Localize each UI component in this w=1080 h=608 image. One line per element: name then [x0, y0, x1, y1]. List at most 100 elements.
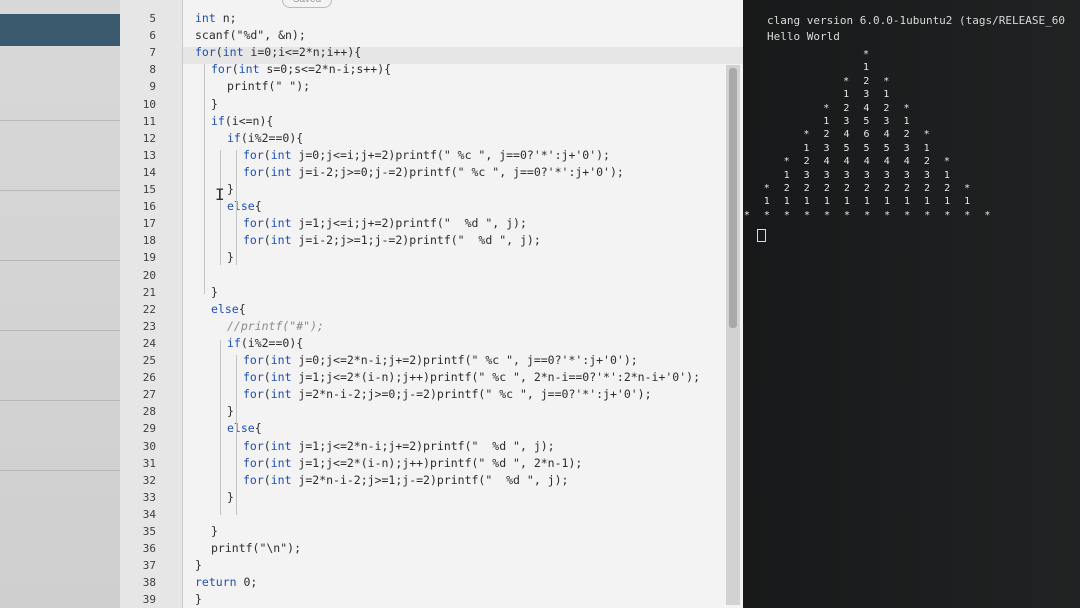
line-number: 15 [142, 183, 156, 196]
code-line: for(int s=0;s<=2*n-i;s++){ [211, 62, 392, 77]
code-line: printf(" "); [227, 79, 311, 94]
output-row: * [863, 49, 874, 60]
code-line: if(i<=n){ [211, 113, 274, 128]
background-window [0, 0, 120, 608]
code-line: for(int i=0;i<=2*n;i++){ [195, 45, 362, 60]
output-row: * 2 * [843, 75, 894, 87]
line-number: 11 [142, 114, 156, 128]
line-number: 32 [142, 473, 156, 487]
code-line: scanf("%d", &n); [195, 28, 306, 43]
indent-guide [236, 150, 237, 265]
code-line: for(int j=2*n-i-2;j>=0;j-=2)printf(" %c … [243, 387, 652, 402]
line-number: 26 [142, 371, 156, 385]
line-number: 39 [142, 593, 156, 607]
code-line: else{ [227, 421, 262, 436]
line-number: 24 [142, 336, 156, 350]
code-line: if(i%2==0){ [227, 335, 304, 350]
code-line: for(int j=i-2;j>=1;j-=2)printf(" %d ", j… [243, 233, 541, 248]
indent-guide [236, 355, 237, 515]
line-number: 9 [149, 80, 156, 94]
code-line: for(int j=i-2;j>=0;j-=2)printf(" %c ", j… [243, 164, 624, 179]
line-number: 38 [142, 576, 156, 590]
line-number: 33 [142, 490, 156, 504]
line-number: 13 [142, 148, 156, 162]
divider [0, 260, 120, 261]
output-row: 1 1 1 1 1 1 1 1 1 1 1 [763, 196, 975, 208]
code-line: for(int j=1;j<=2*(i-n);j++)printf(" %d "… [243, 455, 583, 470]
code-line: else{ [227, 199, 262, 214]
line-number: 7 [149, 46, 156, 60]
output-row: * 2 4 6 4 2 * [803, 129, 934, 141]
line-number: 5 [149, 12, 156, 25]
line-number: 30 [142, 439, 156, 453]
line-number-gutter: 5 6 7 8 9 10 11 12 13 14 15 16 17 18 19 20 21 22 23 24 25 26 2… [120, 0, 183, 608]
code-line: for(int j=2*n-i-2;j>=1;j-=2)printf(" %d … [243, 472, 569, 487]
terminal-cursor [757, 229, 766, 242]
line-number: 17 [142, 217, 156, 231]
terminal-line: Hello World [767, 30, 840, 43]
indent-guide [220, 150, 221, 265]
line-number: 19 [142, 251, 156, 265]
output-row: 1 3 1 [843, 89, 894, 101]
code-line: for(int j=1;j<=i;j+=2)printf(" %d ", j); [243, 216, 527, 231]
divider [0, 400, 120, 401]
line-number: 14 [142, 165, 156, 179]
output-row: 1 [863, 62, 874, 74]
line-number: 8 [149, 63, 156, 77]
saved-indicator: Saved [282, 0, 332, 8]
code-line: for(int j=1;j<=2*(i-n);j++)printf(" %c "… [243, 370, 700, 385]
line-number: 34 [142, 507, 156, 521]
terminal-line: clang version 6.0.0-1ubuntu2 (tags/RELEA… [767, 14, 1066, 27]
line-number: 28 [142, 405, 156, 419]
code-line: if(i%2==0){ [227, 130, 304, 145]
line-number: 12 [142, 131, 156, 145]
output-row: 1 3 5 5 5 3 1 [803, 142, 934, 154]
code-line: } [195, 592, 202, 607]
divider [0, 470, 120, 471]
line-number: 25 [142, 354, 156, 367]
output-row: * 2 2 2 2 2 2 2 2 2 * [763, 183, 975, 194]
output-row: * 2 4 2 * [823, 102, 914, 114]
code-line: } [195, 558, 202, 573]
indent-guide [204, 64, 205, 294]
terminal-panel[interactable] [743, 0, 1080, 608]
code-line: } [211, 96, 218, 111]
scrollbar-thumb[interactable] [729, 68, 737, 328]
output-row: 1 3 3 3 3 3 3 3 1 [783, 169, 954, 181]
line-number: 18 [142, 234, 156, 248]
line-number: 31 [142, 456, 156, 470]
line-number: 36 [142, 542, 156, 556]
line-number: 27 [142, 388, 156, 402]
divider [0, 120, 120, 121]
code-line: int n; [195, 11, 237, 25]
line-number: 23 [142, 319, 156, 333]
line-number: 22 [142, 302, 156, 316]
code-line: for(int j=1;j<=2*n-i;j+=2)printf(" %d ",… [243, 438, 555, 453]
code-line: } [227, 489, 234, 504]
output-row: 1 3 5 3 1 [823, 116, 914, 127]
code-line: } [227, 250, 234, 265]
code-line: } [227, 182, 234, 196]
line-number: 21 [142, 285, 156, 299]
window-titlebar [0, 14, 120, 46]
indent-guide [220, 340, 221, 515]
code-line: } [227, 404, 234, 419]
code-line: else{ [211, 301, 246, 316]
output-row: * * * * * * * * * * * * * [743, 209, 995, 221]
output-row: * 2 4 4 4 4 4 2 * [783, 156, 954, 168]
line-number: 29 [142, 422, 156, 436]
line-number: 16 [142, 200, 156, 214]
text-cursor-icon: I [215, 185, 225, 204]
code-line: } [211, 524, 218, 538]
line-number: 20 [142, 268, 156, 282]
line-number: 37 [142, 559, 156, 573]
code-line: for(int j=0;j<=i;j+=2)printf(" %c ", j==… [243, 147, 610, 162]
code-line: printf("\n"); [211, 541, 302, 556]
divider [0, 330, 120, 331]
code-line: return 0; [195, 575, 258, 590]
line-number: 6 [149, 29, 156, 43]
code-line: //printf("#"); [227, 318, 324, 333]
line-number: 35 [142, 525, 156, 538]
divider [0, 190, 120, 191]
line-number: 10 [142, 97, 156, 111]
